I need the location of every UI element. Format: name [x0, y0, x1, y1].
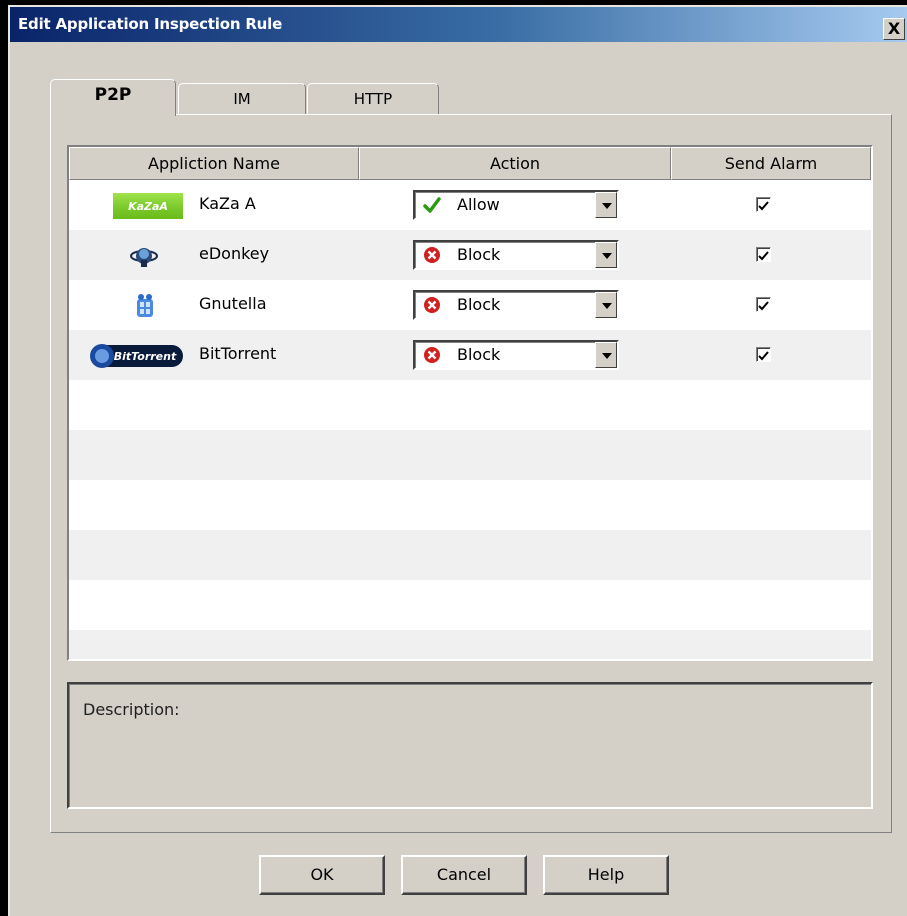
checkmark-icon — [758, 251, 769, 261]
red-x-circle-icon — [424, 247, 440, 263]
tab-im-label: IM — [233, 90, 251, 108]
checkmark-icon — [758, 201, 769, 211]
empty-row — [69, 430, 871, 480]
action-value: Block — [457, 345, 501, 364]
edonkey-logo-icon — [130, 248, 158, 267]
app-name: Gnutella — [199, 294, 267, 313]
red-x-circle-icon — [424, 347, 440, 363]
action-select[interactable]: Block — [413, 290, 619, 320]
chevron-down-icon[interactable] — [595, 242, 617, 268]
description-box: Description: — [67, 682, 873, 809]
chevron-down-icon[interactable] — [595, 192, 617, 218]
help-button[interactable]: Help — [543, 855, 669, 895]
tab-p2p[interactable]: P2P — [50, 79, 176, 116]
gnutella-logo-icon — [137, 294, 153, 317]
send-alarm-checkbox[interactable] — [756, 297, 771, 312]
red-x-circle-icon — [424, 297, 440, 313]
checkmark-icon — [758, 351, 769, 361]
action-value: Allow — [457, 195, 500, 214]
table-row[interactable]: KaZaA KaZa A Allow — [69, 180, 871, 230]
title-bar[interactable]: Edit Application Inspection Rule — [10, 7, 907, 42]
application-table[interactable]: Appliction Name Action Send Alarm KaZaA … — [67, 145, 873, 661]
dialog-title: Edit Application Inspection Rule — [18, 15, 283, 33]
ok-button[interactable]: OK — [259, 855, 385, 895]
kazaa-logo-icon: KaZaA — [113, 193, 183, 219]
table-row[interactable]: BitTorrent BitTorrent Block — [69, 330, 871, 380]
send-alarm-checkbox[interactable] — [756, 347, 771, 362]
svg-text:KaZaA: KaZaA — [128, 200, 168, 213]
app-name: eDonkey — [199, 244, 270, 263]
close-icon: X — [887, 19, 901, 38]
action-select[interactable]: Block — [413, 340, 619, 370]
close-button[interactable]: X — [883, 18, 905, 40]
tab-p2p-label: P2P — [94, 85, 132, 105]
column-header-send-alarm[interactable]: Send Alarm — [671, 147, 871, 180]
cancel-button[interactable]: Cancel — [401, 855, 527, 895]
tab-im[interactable]: IM — [178, 83, 306, 114]
table-header: Appliction Name Action Send Alarm — [69, 147, 871, 180]
checkmark-icon — [758, 301, 769, 311]
table-row[interactable]: eDonkey Block — [69, 230, 871, 280]
chevron-down-icon[interactable] — [595, 292, 617, 318]
empty-row — [69, 380, 871, 430]
description-label: Description: — [83, 700, 180, 719]
green-check-icon — [423, 197, 441, 213]
empty-row — [69, 630, 871, 659]
app-name: KaZa A — [199, 194, 256, 213]
chevron-down-icon[interactable] — [595, 342, 617, 368]
empty-row — [69, 480, 871, 530]
column-header-action[interactable]: Action — [359, 147, 671, 180]
app-name: BitTorrent — [199, 344, 277, 363]
tab-http[interactable]: HTTP — [307, 83, 439, 114]
bittorrent-logo-icon: BitTorrent — [90, 344, 183, 368]
svg-text:BitTorrent: BitTorrent — [114, 350, 177, 363]
empty-row — [69, 580, 871, 630]
empty-row — [69, 530, 871, 580]
tab-http-label: HTTP — [353, 90, 393, 108]
action-select[interactable]: Block — [413, 240, 619, 270]
send-alarm-checkbox[interactable] — [756, 247, 771, 262]
table-row[interactable]: Gnutella Block — [69, 280, 871, 330]
column-header-application-name[interactable]: Appliction Name — [69, 147, 359, 180]
edit-rule-dialog: Edit Application Inspection Rule P2P IM … — [8, 5, 907, 916]
action-select[interactable]: Allow — [413, 190, 619, 220]
send-alarm-checkbox[interactable] — [756, 197, 771, 212]
action-value: Block — [457, 295, 501, 314]
action-value: Block — [457, 245, 501, 264]
